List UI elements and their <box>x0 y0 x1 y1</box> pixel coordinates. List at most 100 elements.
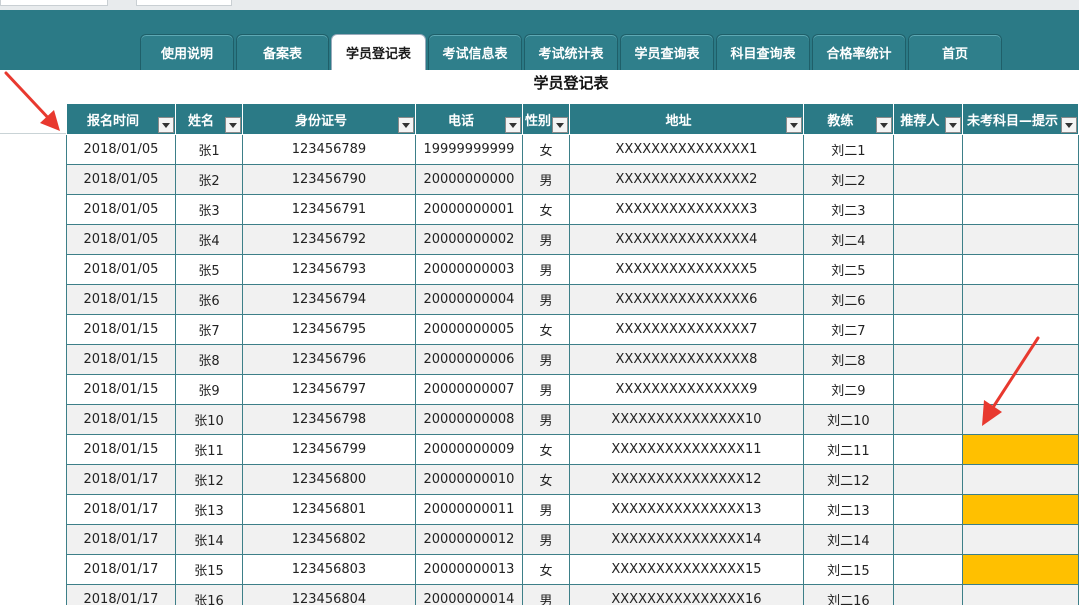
cell-address[interactable]: XXXXXXXXXXXXXXX5 <box>568 254 804 285</box>
cell-address[interactable]: XXXXXXXXXXXXXXX1 <box>568 134 804 165</box>
dropdown-arrow-icon[interactable] <box>551 117 568 133</box>
cell-coach[interactable]: 刘二2 <box>802 164 894 195</box>
cell-reminder[interactable] <box>961 464 1079 495</box>
cell-id[interactable]: 123456795 <box>241 314 416 345</box>
tab-7[interactable]: 科目查询表 <box>716 34 810 70</box>
cell-date[interactable]: 2018/01/17 <box>66 464 176 495</box>
cell-id[interactable]: 123456794 <box>241 284 416 315</box>
cell-name[interactable]: 张2 <box>174 164 243 195</box>
cell-phone[interactable]: 20000000007 <box>414 374 523 405</box>
cell-name[interactable]: 张7 <box>174 314 243 345</box>
cell-reminder[interactable] <box>961 164 1079 195</box>
cell-date[interactable]: 2018/01/05 <box>66 194 176 225</box>
cell-name[interactable]: 张9 <box>174 374 243 405</box>
cell-phone[interactable]: 19999999999 <box>414 134 523 165</box>
tab-1[interactable]: 使用说明 <box>140 34 234 70</box>
cell-gender[interactable]: 女 <box>521 434 570 465</box>
cell-name[interactable]: 张5 <box>174 254 243 285</box>
dropdown-arrow-icon[interactable] <box>157 117 174 133</box>
cell-name[interactable]: 张15 <box>174 554 243 585</box>
cell-name[interactable]: 张13 <box>174 494 243 525</box>
cell-referrer[interactable] <box>892 314 963 345</box>
cell-name[interactable]: 张8 <box>174 344 243 375</box>
cell-name[interactable]: 张4 <box>174 224 243 255</box>
cell-date[interactable]: 2018/01/17 <box>66 524 176 555</box>
cell-referrer[interactable] <box>892 494 963 525</box>
cell-phone[interactable]: 20000000006 <box>414 344 523 375</box>
cell-coach[interactable]: 刘二1 <box>802 134 894 165</box>
cell-date[interactable]: 2018/01/15 <box>66 284 176 315</box>
cell-phone[interactable]: 20000000009 <box>414 434 523 465</box>
cell-address[interactable]: XXXXXXXXXXXXXXX7 <box>568 314 804 345</box>
cell-id[interactable]: 123456789 <box>241 134 416 165</box>
dropdown-arrow-icon[interactable] <box>504 117 521 133</box>
cell-coach[interactable]: 刘二11 <box>802 434 894 465</box>
cell-referrer[interactable] <box>892 344 963 375</box>
cell-referrer[interactable] <box>892 464 963 495</box>
cell-reminder[interactable] <box>961 434 1079 465</box>
cell-referrer[interactable] <box>892 164 963 195</box>
cell-gender[interactable]: 男 <box>521 494 570 525</box>
cell-coach[interactable]: 刘二13 <box>802 494 894 525</box>
cell-date[interactable]: 2018/01/15 <box>66 374 176 405</box>
cell-id[interactable]: 123456793 <box>241 254 416 285</box>
cell-referrer[interactable] <box>892 434 963 465</box>
cell-name[interactable]: 张12 <box>174 464 243 495</box>
cell-referrer[interactable] <box>892 284 963 315</box>
cell-referrer[interactable] <box>892 194 963 225</box>
cell-reminder[interactable] <box>961 224 1079 255</box>
cell-id[interactable]: 123456796 <box>241 344 416 375</box>
dropdown-arrow-icon[interactable] <box>944 117 961 133</box>
cell-gender[interactable]: 男 <box>521 284 570 315</box>
cell-date[interactable]: 2018/01/17 <box>66 494 176 525</box>
cell-gender[interactable]: 男 <box>521 164 570 195</box>
cell-coach[interactable]: 刘二6 <box>802 284 894 315</box>
cell-coach[interactable]: 刘二3 <box>802 194 894 225</box>
cell-address[interactable]: XXXXXXXXXXXXXXX2 <box>568 164 804 195</box>
cell-name[interactable]: 张10 <box>174 404 243 435</box>
cell-date[interactable]: 2018/01/05 <box>66 254 176 285</box>
cell-phone[interactable]: 20000000011 <box>414 494 523 525</box>
tab-2[interactable]: 备案表 <box>236 34 329 70</box>
cell-gender[interactable]: 女 <box>521 464 570 495</box>
cell-reminder[interactable] <box>961 134 1079 165</box>
cell-name[interactable]: 张1 <box>174 134 243 165</box>
cell-address[interactable]: XXXXXXXXXXXXXXX16 <box>568 584 804 605</box>
cell-reminder[interactable] <box>961 524 1079 555</box>
cell-gender[interactable]: 男 <box>521 404 570 435</box>
cell-reminder[interactable] <box>961 584 1079 605</box>
cell-gender[interactable]: 女 <box>521 194 570 225</box>
cell-date[interactable]: 2018/01/05 <box>66 224 176 255</box>
cell-phone[interactable]: 20000000010 <box>414 464 523 495</box>
cell-gender[interactable]: 男 <box>521 344 570 375</box>
cell-gender[interactable]: 男 <box>521 374 570 405</box>
cell-reminder[interactable] <box>961 254 1079 285</box>
cell-address[interactable]: XXXXXXXXXXXXXXX13 <box>568 494 804 525</box>
cell-date[interactable]: 2018/01/15 <box>66 344 176 375</box>
cell-date[interactable]: 2018/01/05 <box>66 164 176 195</box>
cell-address[interactable]: XXXXXXXXXXXXXXX12 <box>568 464 804 495</box>
window-tab-stub[interactable] <box>0 0 108 6</box>
cell-name[interactable]: 张14 <box>174 524 243 555</box>
cell-phone[interactable]: 20000000002 <box>414 224 523 255</box>
cell-reminder[interactable] <box>961 494 1079 525</box>
cell-coach[interactable]: 刘二4 <box>802 224 894 255</box>
cell-address[interactable]: XXXXXXXXXXXXXXX8 <box>568 344 804 375</box>
cell-referrer[interactable] <box>892 134 963 165</box>
cell-address[interactable]: XXXXXXXXXXXXXXX14 <box>568 524 804 555</box>
cell-reminder[interactable] <box>961 194 1079 225</box>
cell-coach[interactable]: 刘二10 <box>802 404 894 435</box>
dropdown-arrow-icon[interactable] <box>397 117 414 133</box>
cell-coach[interactable]: 刘二12 <box>802 464 894 495</box>
cell-gender[interactable]: 女 <box>521 134 570 165</box>
cell-coach[interactable]: 刘二8 <box>802 344 894 375</box>
cell-referrer[interactable] <box>892 554 963 585</box>
cell-reminder[interactable] <box>961 554 1079 585</box>
cell-coach[interactable]: 刘二15 <box>802 554 894 585</box>
tab-8[interactable]: 合格率统计 <box>812 34 906 70</box>
cell-name[interactable]: 张6 <box>174 284 243 315</box>
tab-9[interactable]: 首页 <box>908 34 1002 70</box>
cell-phone[interactable]: 20000000008 <box>414 404 523 435</box>
cell-phone[interactable]: 20000000012 <box>414 524 523 555</box>
cell-coach[interactable]: 刘二7 <box>802 314 894 345</box>
